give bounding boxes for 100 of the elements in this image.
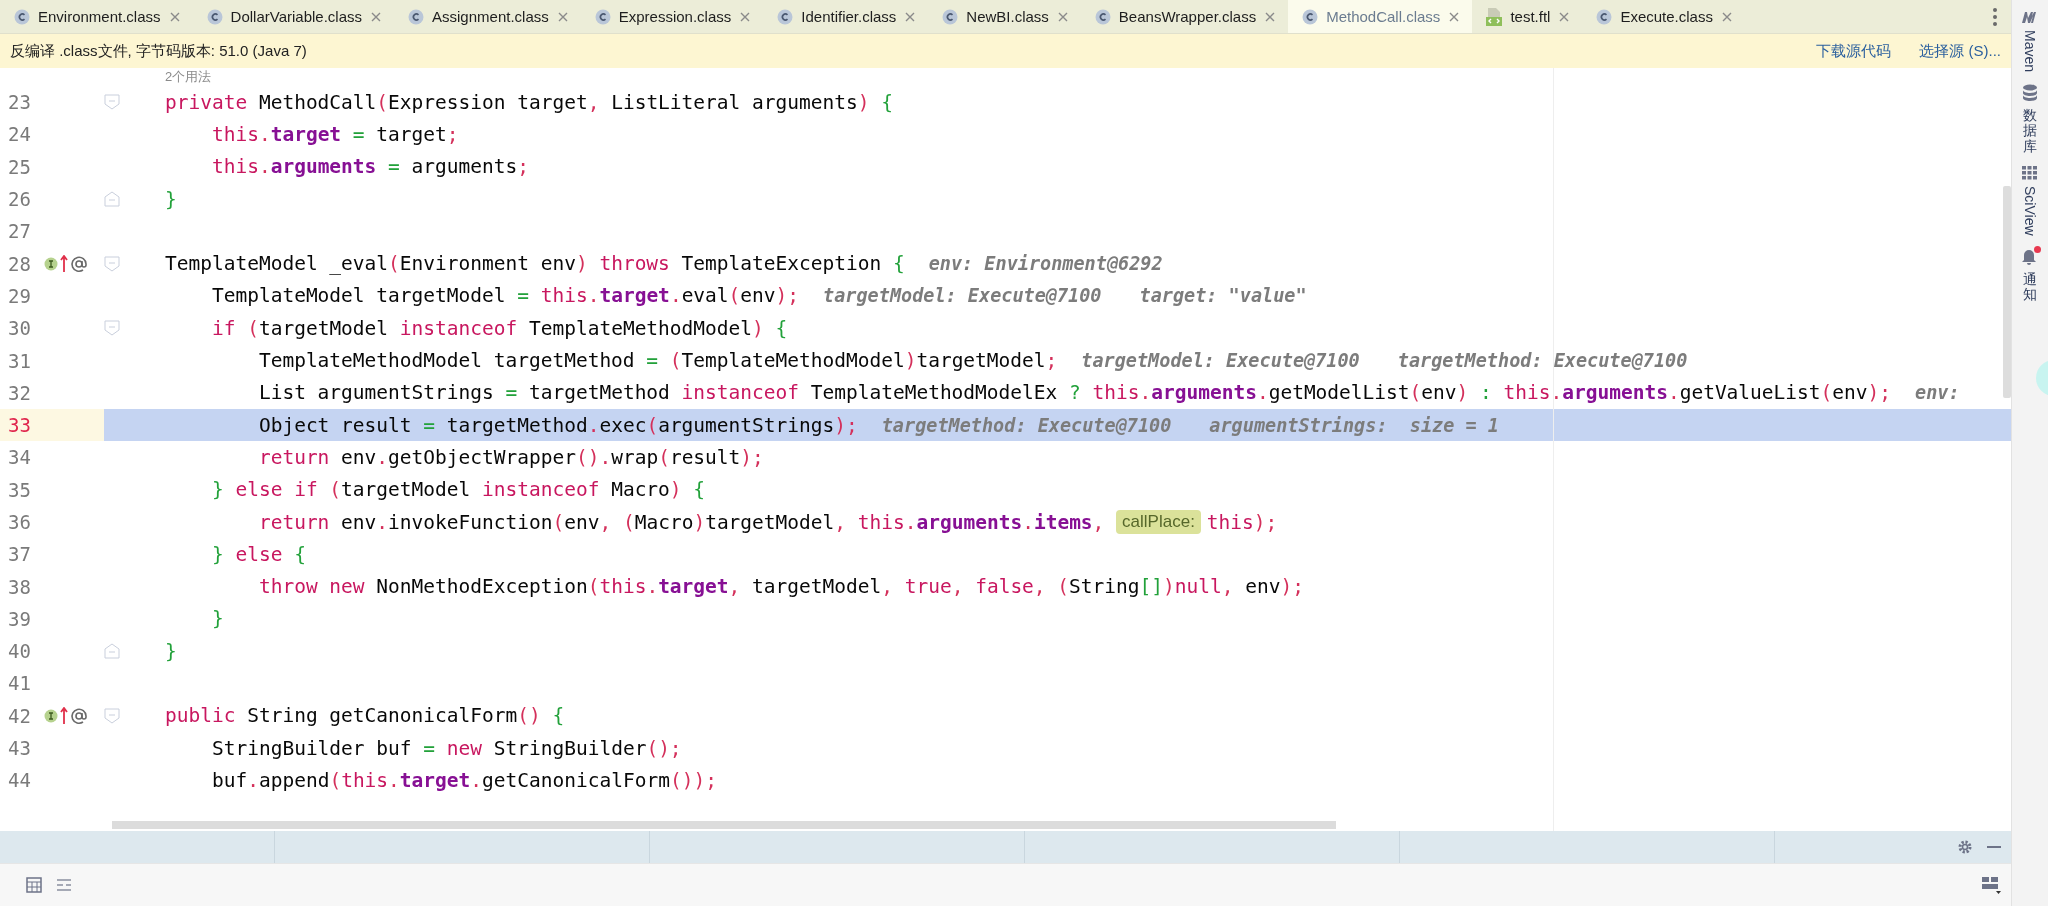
code-line: if (targetModel instanceof TemplateMethodModel) { — [210, 316, 788, 340]
class-icon — [777, 8, 794, 25]
code-line: private MethodCall(Expression target, ListLiteral arguments) { — [165, 90, 893, 114]
code-line: } — [165, 639, 177, 663]
line-number: 35 — [8, 478, 31, 501]
scrollbar-thumb[interactable] — [112, 821, 1336, 829]
editor-tab[interactable]: test.ftl — [1472, 0, 1583, 33]
layout-icon[interactable] — [1981, 876, 2001, 894]
class-icon — [942, 8, 959, 25]
class-icon — [1302, 8, 1319, 25]
tab-label: BeansWrapper.class — [1118, 8, 1257, 25]
tab-label: NewBI.class — [966, 8, 1049, 25]
implements-icon[interactable] — [44, 708, 58, 723]
class-icon — [1596, 8, 1613, 25]
decompiled-notice: 反编译 .class文件, 字节码版本: 51.0 (Java 7) — [10, 41, 308, 61]
class-icon — [594, 8, 611, 25]
code-line: } — [165, 187, 177, 211]
line-number: 24 — [8, 123, 31, 146]
code-line: return env.invokeFunction(env, (Macro)targetModel, this.arguments.items, callPlace: this); — [257, 510, 1278, 534]
close-icon[interactable] — [370, 10, 382, 23]
arrow-up-icon[interactable] — [60, 706, 68, 725]
close-icon[interactable] — [904, 10, 917, 23]
editor-tab[interactable]: Assignment.class — [394, 0, 581, 33]
close-icon[interactable] — [739, 10, 752, 23]
debug-value: targetMethod: Execute@7100 — [881, 414, 1172, 436]
tool-window-button[interactable]: Maven — [2021, 10, 2039, 73]
tab-label: Identifier.class — [801, 8, 897, 25]
banner-link[interactable]: 选择源 (S)... — [1919, 41, 2001, 61]
line-number: 43 — [8, 737, 31, 760]
code-line: StringBuilder buf = new StringBuilder(); — [210, 736, 682, 760]
editor-tab[interactable]: Expression.class — [580, 0, 764, 33]
close-icon[interactable] — [168, 10, 181, 23]
arrow-up-icon[interactable] — [60, 254, 68, 273]
line-number: 38 — [8, 575, 31, 598]
code-line: this.arguments = arguments; — [210, 155, 529, 179]
tab-label: Assignment.class — [432, 8, 549, 25]
bell-icon — [2021, 247, 2039, 266]
debug-value: env: — [1915, 382, 1960, 404]
editor-tab[interactable]: DollarVariable.class — [192, 0, 394, 33]
class-icon — [14, 8, 30, 25]
code-line: TemplateModel _eval(Environment env) throws TemplateException { — [165, 252, 905, 276]
scrollbar-thumb[interactable] — [2003, 186, 2011, 398]
line-number: 36 — [8, 511, 31, 533]
debug-value: targetModel: Execute@7100 — [1081, 350, 1360, 371]
editor-tab[interactable]: MethodCall.class — [1288, 0, 1473, 33]
tab-label: DollarVariable.class — [230, 8, 362, 25]
line-number: 30 — [8, 317, 31, 340]
tool-window-button[interactable]: 数据库 — [2022, 84, 2038, 155]
line-number: 31 — [8, 349, 31, 372]
editor-tab[interactable]: NewBI.class — [928, 0, 1081, 33]
minimize-icon[interactable] — [1987, 845, 2001, 849]
debug-value: targetMethod: Execute@7100 — [1397, 350, 1688, 371]
line-number: 25 — [8, 155, 31, 178]
code-line: } — [210, 607, 224, 631]
code-line: throw new NonMethodException(this.target, targetModel, true, false, (String[])null, env); — [257, 575, 1304, 599]
tool-window-button[interactable]: SciView — [2022, 166, 2038, 236]
debug-value: targetModel: Execute@7100 — [823, 285, 1102, 307]
editor-tab[interactable]: BeansWrapper.class — [1080, 0, 1289, 33]
code-line: } else { — [210, 542, 306, 566]
line-number: 44 — [8, 769, 31, 792]
list-icon[interactable] — [56, 877, 72, 893]
at-sign-icon[interactable] — [70, 706, 88, 725]
close-icon[interactable] — [1056, 10, 1069, 23]
at-sign-icon[interactable] — [70, 254, 88, 273]
line-number: 32 — [8, 381, 31, 404]
usage-hint: 2个用法 — [165, 68, 212, 86]
line-number: 33 — [8, 414, 31, 437]
class-icon — [408, 8, 424, 25]
tab-label: test.ftl — [1510, 8, 1551, 25]
table-icon[interactable] — [26, 877, 42, 893]
close-icon[interactable] — [1558, 10, 1571, 23]
line-number: 26 — [8, 188, 31, 211]
line-number: 42 — [8, 704, 31, 727]
banner-link[interactable]: 下载源代码 — [1816, 41, 1892, 61]
close-icon[interactable] — [1264, 10, 1277, 23]
close-icon[interactable] — [1720, 10, 1733, 23]
line-number: 23 — [8, 91, 31, 114]
implements-icon[interactable] — [44, 256, 58, 271]
line-number: 34 — [8, 446, 31, 469]
tab-label: Environment.class — [38, 8, 161, 25]
code-line: this.target = target; — [210, 122, 459, 146]
code-line: public String getCanonicalForm() { — [165, 704, 565, 728]
code-line: List argumentStrings = targetMethod instanceof TemplateMethodModelEx ? this.arguments.getModelList(env) : this.arguments.getValueList(env); — [257, 381, 1891, 405]
more-icon[interactable] — [1993, 7, 1997, 26]
editor-tab[interactable]: Identifier.class — [763, 0, 929, 33]
line-number: 29 — [8, 284, 31, 307]
close-icon[interactable] — [1448, 10, 1461, 23]
settings-icon[interactable] — [1957, 839, 1973, 855]
code-line: Object result = targetMethod.exec(argumentStrings); — [257, 413, 858, 437]
line-number: 39 — [8, 607, 31, 630]
tab-label: Execute.class — [1620, 8, 1713, 25]
line-number: 28 — [8, 252, 31, 275]
file-icon — [1486, 7, 1503, 26]
database-icon — [2022, 84, 2038, 103]
line-number: 41 — [8, 672, 31, 695]
close-icon[interactable] — [556, 10, 569, 23]
code-line: return env.getObjectWrapper().wrap(result); — [257, 445, 764, 469]
editor-tab[interactable]: Execute.class — [1582, 0, 1745, 33]
tool-window-button[interactable]: 通知 — [2021, 247, 2039, 303]
editor-tab[interactable]: Environment.class — [0, 0, 193, 33]
